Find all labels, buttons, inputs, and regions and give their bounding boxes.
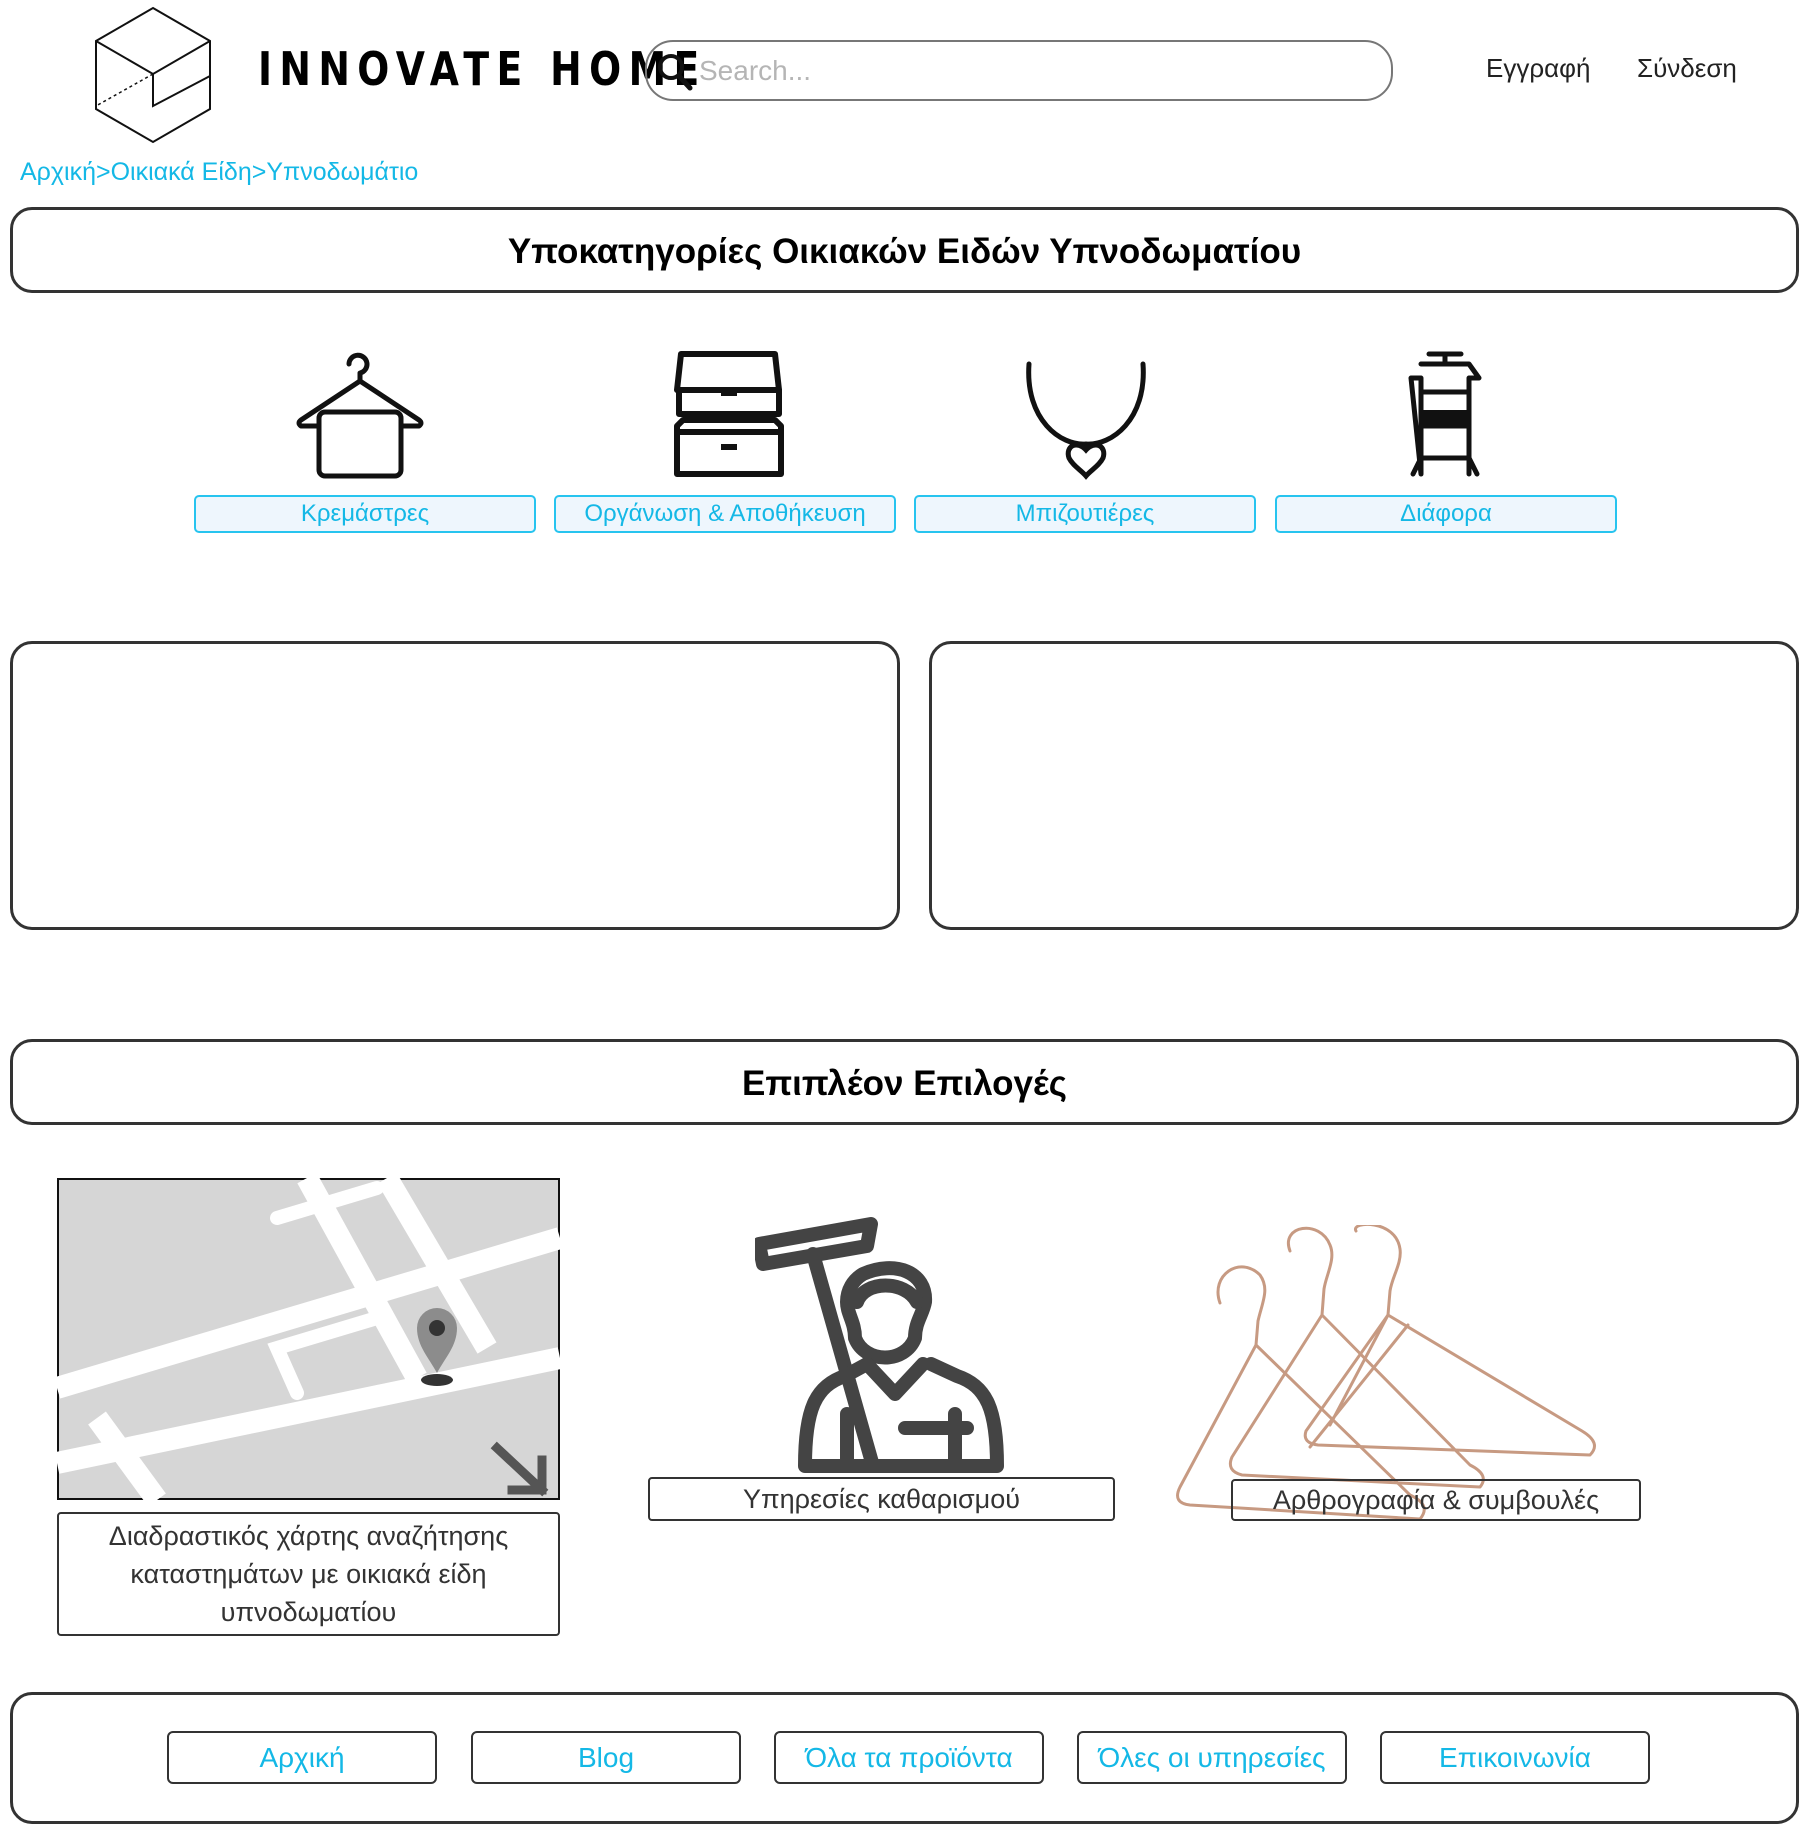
- articles-advice-button[interactable]: Αρθρογραφία & συμβουλές: [1231, 1479, 1641, 1521]
- necklace-icon[interactable]: [1021, 360, 1151, 480]
- nav-all-services-button[interactable]: Όλες οι υπηρεσίες: [1077, 1731, 1347, 1784]
- map-label[interactable]: Διαδραστικός χάρτης αναζήτησης καταστημά…: [57, 1512, 560, 1636]
- logo-cube-icon[interactable]: [92, 6, 214, 144]
- category-button-misc[interactable]: Διάφορα: [1275, 495, 1617, 533]
- breadcrumb[interactable]: Αρχική>Οικιακά Είδη>Υπνοδωμάτιο: [20, 158, 418, 187]
- category-button-jewelry-boxes[interactable]: Μπιζουτιέρες: [914, 495, 1256, 533]
- search-bar[interactable]: [645, 40, 1393, 101]
- brand-name[interactable]: INNOVATE HOME: [258, 42, 707, 96]
- nav-all-products-button[interactable]: Όλα τα προϊόντα: [774, 1731, 1044, 1784]
- more-options-title: Επιπλέον Επιλογές: [742, 1064, 1067, 1103]
- content-panel-left: [10, 641, 900, 930]
- cleaning-worker-icon[interactable]: [755, 1214, 1005, 1474]
- subcategories-title-panel: Υποκατηγορίες Οικιακών Ειδών Υπνοδωματίο…: [10, 207, 1799, 293]
- nav-home-button[interactable]: Αρχική: [167, 1731, 437, 1784]
- storage-drawers-icon[interactable]: [671, 350, 787, 480]
- search-icon: [658, 54, 693, 91]
- login-link[interactable]: Σύνδεση: [1637, 53, 1737, 84]
- category-button-storage[interactable]: Οργάνωση & Αποθήκευση: [554, 495, 896, 533]
- hanger-icon[interactable]: [295, 350, 425, 480]
- search-input[interactable]: [697, 48, 1381, 94]
- nav-blog-button[interactable]: Blog: [471, 1731, 741, 1784]
- subcategories-title: Υποκατηγορίες Οικιακών Ειδών Υπνοδωματίο…: [507, 232, 1302, 271]
- category-button-hangers[interactable]: Κρεμάστρες: [194, 495, 536, 533]
- store-map[interactable]: [57, 1178, 560, 1500]
- cleaning-services-button[interactable]: Υπηρεσίες καθαρισμού: [648, 1477, 1115, 1521]
- register-link[interactable]: Εγγραφή: [1486, 53, 1590, 84]
- valet-stand-icon[interactable]: [1407, 350, 1483, 480]
- more-options-title-panel: Επιπλέον Επιλογές: [10, 1039, 1799, 1125]
- nav-contact-button[interactable]: Επικοινωνία: [1380, 1731, 1650, 1784]
- content-panel-right: [929, 641, 1799, 930]
